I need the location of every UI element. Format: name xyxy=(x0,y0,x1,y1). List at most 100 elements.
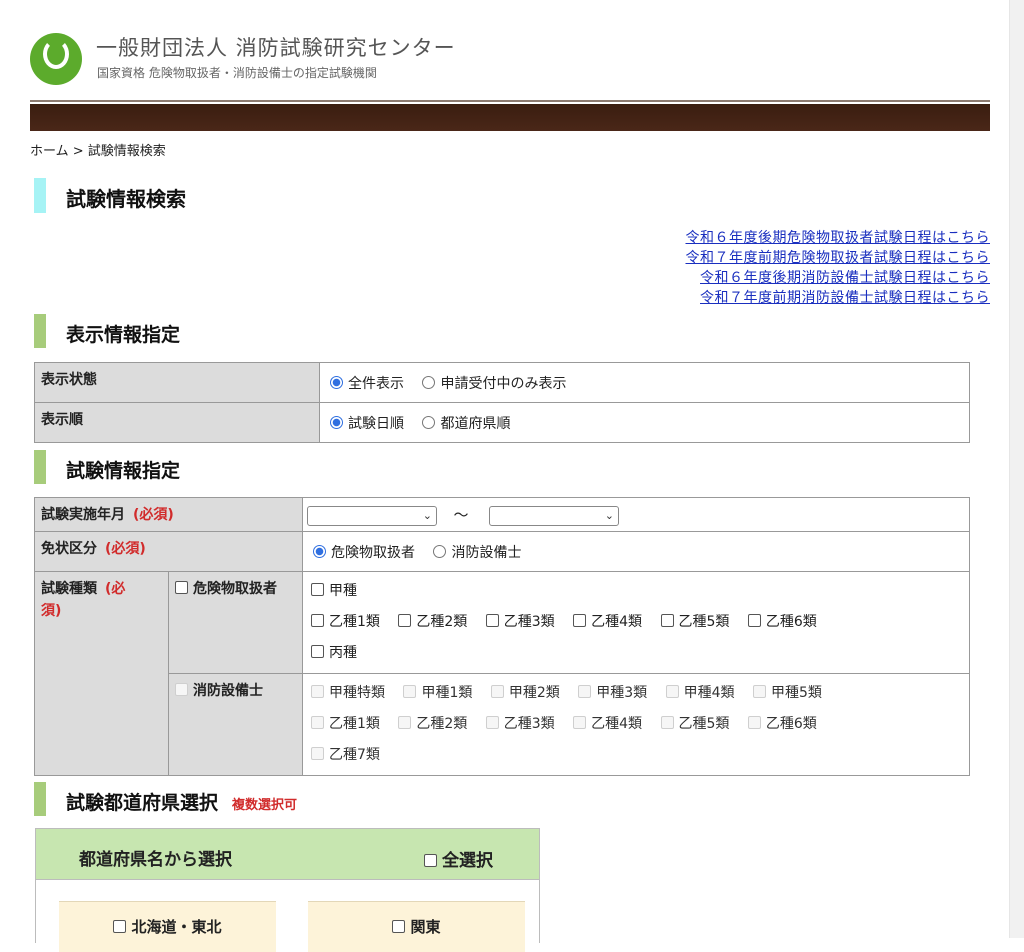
fire-type-checkbox[interactable]: 乙種7類 xyxy=(311,740,380,771)
scrollbar[interactable] xyxy=(1009,0,1024,938)
site-logo[interactable] xyxy=(30,33,82,85)
org-subtitle: 国家資格 危険物取扱者・消防設備士の指定試験機関 xyxy=(97,66,377,80)
page-title-accent xyxy=(34,178,46,213)
checkbox-icon xyxy=(573,716,587,729)
checkbox-icon xyxy=(485,614,499,627)
logo-mark-icon xyxy=(43,39,69,69)
section-title-display: 表示情報指定 xyxy=(66,324,181,346)
order-option-prefecture[interactable]: 都道府県順 xyxy=(422,415,510,432)
breadcrumb[interactable]: ホーム > 試験情報検索 xyxy=(30,140,166,159)
fire-type-checkbox[interactable]: 乙種1類 xyxy=(311,709,380,740)
schedule-link-hazmat-r7-early[interactable]: 令和７年度前期危険物取扱者試験日程はこちら xyxy=(686,248,991,268)
hazmat-type-checkbox[interactable]: 乙種1類 xyxy=(311,607,380,638)
order-label: 表示順 xyxy=(34,402,320,443)
status-label: 表示状態 xyxy=(34,362,320,403)
license-option-fire[interactable]: 消防設備士 xyxy=(433,544,521,561)
year-month-from-select[interactable]: ⌄ xyxy=(307,505,437,526)
section-accent xyxy=(34,450,46,484)
checkbox-icon xyxy=(311,716,324,729)
hazmat-type-checkbox[interactable]: 乙種5類 xyxy=(660,607,729,638)
hazmat-type-checkbox[interactable]: 乙種2類 xyxy=(398,607,467,638)
fire-type-checkbox[interactable]: 甲種5類 xyxy=(752,678,822,709)
hazmat-type-checkbox[interactable]: 乙種4類 xyxy=(573,607,642,638)
checkbox-icon xyxy=(175,683,188,696)
radio-icon xyxy=(433,544,447,558)
status-option-all[interactable]: 全件表示 xyxy=(330,375,404,392)
hazmat-group[interactable]: 危険物取扱者 xyxy=(168,571,303,674)
region-kanto[interactable]: 関東 xyxy=(308,901,525,952)
hazmat-type-checkbox[interactable]: 乙種3類 xyxy=(485,607,555,638)
section-title-prefecture: 試験都道府県選択 複数選択可 xyxy=(66,792,298,814)
chevron-down-icon: ⌄ xyxy=(604,508,614,522)
prefecture-selector-header: 都道府県名から選択 全選択 xyxy=(36,829,539,880)
schedule-links: 令和６年度後期危険物取扱者試験日程はこちら 令和７年度前期危険物取扱者試験日程は… xyxy=(686,228,991,308)
checkbox-icon xyxy=(660,716,674,729)
schedule-link-fire-r7-early[interactable]: 令和７年度前期消防設備士試験日程はこちら xyxy=(686,288,991,308)
checkbox-icon xyxy=(175,581,188,594)
header-band xyxy=(30,100,990,131)
license-label: 免状区分 (必須) xyxy=(34,531,303,572)
schedule-link-hazmat-r6-late[interactable]: 令和６年度後期危険物取扱者試験日程はこちら xyxy=(686,228,991,248)
checkbox-icon xyxy=(747,614,761,627)
checkbox-icon xyxy=(752,685,766,698)
radio-icon xyxy=(330,415,343,429)
fire-type-checkbox[interactable]: 乙種6類 xyxy=(747,709,817,740)
fire-type-checkbox[interactable]: 甲種1類 xyxy=(403,678,472,709)
fire-type-checkbox[interactable]: 甲種2類 xyxy=(490,678,560,709)
radio-icon xyxy=(313,544,326,558)
range-separator: 〜 xyxy=(453,505,469,524)
year-month-label: 試験実施年月 (必須) xyxy=(34,497,303,532)
select-all-checkbox[interactable]: 全選択 xyxy=(424,846,493,871)
checkbox-icon xyxy=(485,716,499,729)
section-title-exam: 試験情報指定 xyxy=(66,460,181,482)
prefecture-selector-title: 都道府県名から選択 xyxy=(79,850,232,870)
year-month-to-select[interactable]: ⌄ xyxy=(488,505,619,526)
license-option-hazmat[interactable]: 危険物取扱者 xyxy=(313,544,415,561)
checkbox-icon xyxy=(747,716,761,729)
checkbox-icon xyxy=(311,685,324,698)
org-name[interactable]: 一般財団法人 消防試験研究センター xyxy=(96,32,456,62)
region-hokkaido-tohoku[interactable]: 北海道・東北 xyxy=(59,901,276,952)
checkbox-icon xyxy=(665,685,679,698)
checkbox-icon xyxy=(311,747,324,760)
fire-type-checkbox[interactable]: 甲種4類 xyxy=(665,678,735,709)
checkbox-icon xyxy=(424,854,437,867)
display-settings-table: 表示状態 全件表示 申請受付中のみ表示 表示順 試験日順 都道府県順 xyxy=(34,362,970,443)
site-header: 一般財団法人 消防試験研究センター 国家資格 危険物取扱者・消防設備士の指定試験… xyxy=(30,30,990,90)
fire-type-checkbox[interactable]: 乙種4類 xyxy=(573,709,642,740)
checkbox-icon xyxy=(113,920,127,933)
prefecture-selector: 都道府県名から選択 全選択 北海道・東北 関東 xyxy=(35,828,540,952)
checkbox-icon xyxy=(311,614,324,627)
chevron-down-icon: ⌄ xyxy=(422,508,432,522)
radio-icon xyxy=(422,375,436,389)
page-title: 試験情報検索 xyxy=(66,187,186,211)
radio-icon xyxy=(330,375,343,389)
fire-type-checkbox[interactable]: 甲種3類 xyxy=(578,678,647,709)
multi-select-note: 複数選択可 xyxy=(232,798,298,813)
schedule-link-fire-r6-late[interactable]: 令和６年度後期消防設備士試験日程はこちら xyxy=(686,268,991,288)
hazmat-type-checkbox[interactable]: 甲種 xyxy=(311,576,357,607)
section-accent xyxy=(34,314,46,348)
fire-type-checkbox[interactable]: 乙種2類 xyxy=(398,709,467,740)
fire-type-checkbox[interactable]: 乙種3類 xyxy=(485,709,555,740)
radio-icon xyxy=(422,415,436,429)
status-option-open-only[interactable]: 申請受付中のみ表示 xyxy=(422,375,566,392)
hazmat-type-checkbox[interactable]: 丙種 xyxy=(311,638,357,669)
checkbox-icon xyxy=(578,685,592,698)
exam-type-label: 試験種類 (必 須) xyxy=(34,571,169,776)
checkbox-icon xyxy=(398,614,412,627)
hazmat-type-checkbox[interactable]: 乙種6類 xyxy=(747,607,817,638)
fire-type-checkbox[interactable]: 甲種特類 xyxy=(311,678,385,709)
checkbox-icon xyxy=(490,685,504,698)
checkbox-icon xyxy=(392,920,406,933)
checkbox-icon xyxy=(311,645,324,658)
order-option-date[interactable]: 試験日順 xyxy=(330,415,404,432)
section-accent xyxy=(34,782,46,816)
checkbox-icon xyxy=(403,685,417,698)
fire-group[interactable]: 消防設備士 xyxy=(168,673,303,776)
exam-settings-table: 試験実施年月 (必須) ⌄ 〜 ⌄ 免状区分 (必須) 危険物取扱者 消防設備士 試… xyxy=(34,497,970,776)
fire-type-checkbox[interactable]: 乙種5類 xyxy=(660,709,729,740)
checkbox-icon xyxy=(398,716,412,729)
checkbox-icon xyxy=(573,614,587,627)
checkbox-icon xyxy=(660,614,674,627)
